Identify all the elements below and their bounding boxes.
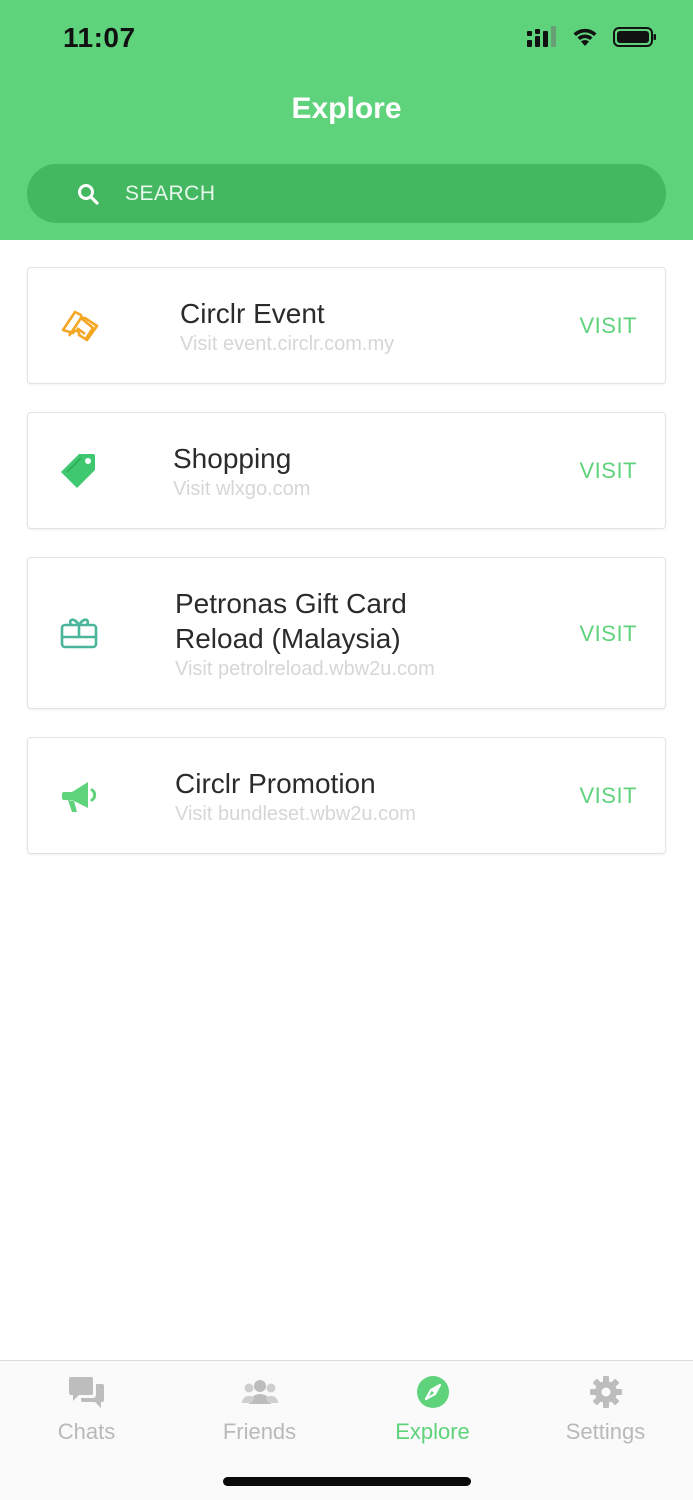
tab-explore[interactable]: Explore	[346, 1361, 519, 1461]
item-title-line-1: Petronas Gift Card	[175, 588, 407, 619]
item-subtitle: Visit bundleset.wbw2u.com	[175, 803, 416, 825]
visit-button[interactable]: VISIT	[579, 458, 637, 484]
battery-icon	[613, 27, 656, 47]
list-item-circlr-event[interactable]: Circlr Event Visit event.circlr.com.my V…	[27, 267, 666, 384]
tab-label: Chats	[57, 1419, 116, 1444]
page-title: Explore	[291, 92, 402, 125]
ticket-icon	[56, 303, 102, 349]
people-icon	[241, 1375, 278, 1409]
item-title-line-2: Reload (Malaysia)	[175, 623, 401, 654]
item-subtitle: Visit event.circlr.com.my	[180, 333, 395, 355]
tab-chats[interactable]: Chats	[0, 1361, 173, 1461]
list-item-petronas-gift-card[interactable]: Petronas Gift Card Reload (Malaysia) Vis…	[27, 557, 666, 709]
tab-label: Friends	[222, 1419, 297, 1444]
cellular-signal-icon	[527, 26, 556, 47]
tab-settings[interactable]: Settings	[519, 1361, 692, 1461]
item-title: Circlr Event	[180, 298, 325, 329]
home-indicator[interactable]	[223, 1477, 471, 1486]
list-item-circlr-promotion[interactable]: Circlr Promotion Visit bundleset.wbw2u.c…	[27, 737, 666, 854]
search-bar[interactable]	[27, 164, 666, 223]
item-title: Circlr Promotion	[175, 768, 376, 799]
visit-button[interactable]: VISIT	[579, 783, 637, 809]
tab-friends[interactable]: Friends	[173, 1361, 346, 1461]
status-bar: 11:07	[0, 0, 693, 80]
tag-icon	[56, 447, 102, 493]
visit-button[interactable]: VISIT	[579, 621, 637, 647]
wifi-icon	[573, 28, 597, 46]
chat-bubbles-icon	[68, 1375, 105, 1409]
list-item-shopping[interactable]: Shopping Visit wlxgo.com VISIT	[27, 412, 666, 529]
gift-card-icon	[56, 610, 102, 656]
header: 11:07 Explore	[0, 0, 693, 240]
item-subtitle: Visit wlxgo.com	[173, 478, 311, 500]
megaphone-icon	[56, 773, 102, 819]
gear-icon	[588, 1375, 624, 1409]
compass-icon	[415, 1375, 451, 1409]
search-icon	[78, 184, 99, 205]
visit-button[interactable]: VISIT	[579, 313, 637, 339]
status-time: 11:07	[63, 22, 136, 53]
status-icons	[527, 26, 657, 48]
tab-label: Settings	[565, 1419, 646, 1444]
tab-label: Explore	[395, 1419, 470, 1444]
item-subtitle: Visit petrolreload.wbw2u.com	[175, 658, 435, 680]
search-input[interactable]	[125, 164, 645, 223]
item-title: Shopping	[173, 443, 292, 474]
